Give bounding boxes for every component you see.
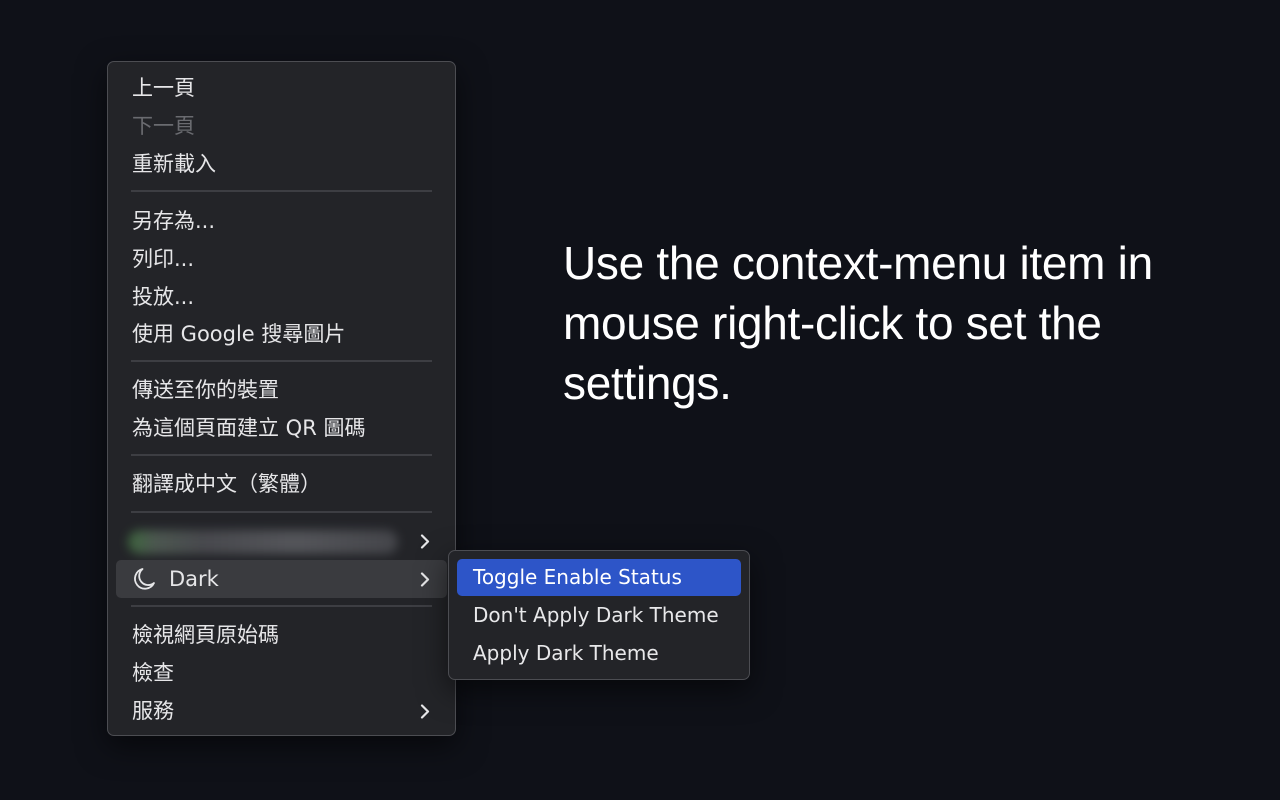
menu-item-dark-label: Dark: [169, 567, 219, 591]
context-menu: 上一頁 下一頁 重新載入 另存為... 列印... 投放... 使用 Googl…: [107, 61, 456, 736]
instruction-caption: Use the context-menu item in mouse right…: [563, 237, 1153, 409]
dark-submenu: Toggle Enable Status Don't Apply Dark Th…: [448, 550, 750, 680]
screenshot-stage: 上一頁 下一頁 重新載入 另存為... 列印... 投放... 使用 Googl…: [0, 0, 1280, 800]
chevron-right-icon: [418, 560, 432, 598]
menu-item-forward: 下一頁: [132, 114, 195, 138]
chevron-right-icon: [418, 522, 432, 560]
chevron-right-icon: [418, 692, 432, 730]
menu-item-obscured-extension[interactable]: [116, 522, 447, 560]
moon-icon: [130, 566, 158, 592]
menu-item-save-as[interactable]: 另存為...: [116, 202, 447, 240]
menu-separator: [131, 605, 432, 607]
submenu-item-toggle-enable-status[interactable]: Toggle Enable Status: [457, 559, 741, 596]
menu-separator: [131, 190, 432, 192]
menu-item-services[interactable]: 服務: [116, 692, 447, 730]
menu-item-send-to-devices[interactable]: 傳送至你的裝置: [116, 371, 447, 409]
menu-item-dark[interactable]: Dark: [116, 560, 447, 598]
menu-item-services-label: 服務: [132, 699, 174, 723]
submenu-item-dont-apply-dark-theme[interactable]: Don't Apply Dark Theme: [457, 597, 741, 634]
menu-item-back[interactable]: 上一頁: [116, 69, 447, 107]
menu-item-search-images-google[interactable]: 使用 Google 搜尋圖片: [116, 315, 447, 353]
menu-item-inspect[interactable]: 檢查: [116, 654, 447, 692]
menu-item-view-source[interactable]: 檢視網頁原始碼: [116, 616, 447, 654]
submenu-item-apply-dark-theme[interactable]: Apply Dark Theme: [457, 635, 741, 672]
menu-item-translate[interactable]: 翻譯成中文（繁體）: [116, 465, 447, 503]
menu-separator: [131, 454, 432, 456]
menu-separator: [131, 511, 432, 513]
menu-item-create-qr-code[interactable]: 為這個頁面建立 QR 圖碼: [116, 409, 447, 447]
menu-item-reload[interactable]: 重新載入: [116, 145, 447, 183]
menu-separator: [131, 360, 432, 362]
blurred-extension-label: [128, 530, 398, 554]
menu-item-print[interactable]: 列印...: [116, 240, 447, 278]
menu-item-cast[interactable]: 投放...: [116, 278, 447, 316]
